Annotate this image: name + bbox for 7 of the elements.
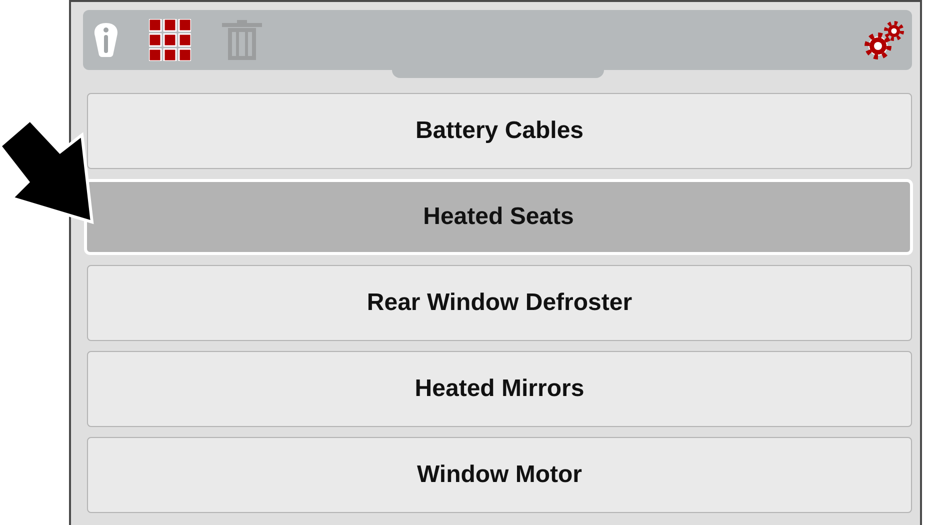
settings-icon[interactable] [864,20,906,60]
list-item[interactable]: Heated Seats [84,179,913,255]
list-item[interactable]: Rear Window Defroster [87,265,912,341]
list-item[interactable]: Heated Mirrors [87,351,912,427]
list-item[interactable]: Battery Cables [87,93,912,169]
grid-button[interactable] [149,19,191,61]
list-item[interactable]: Window Motor [87,437,912,513]
